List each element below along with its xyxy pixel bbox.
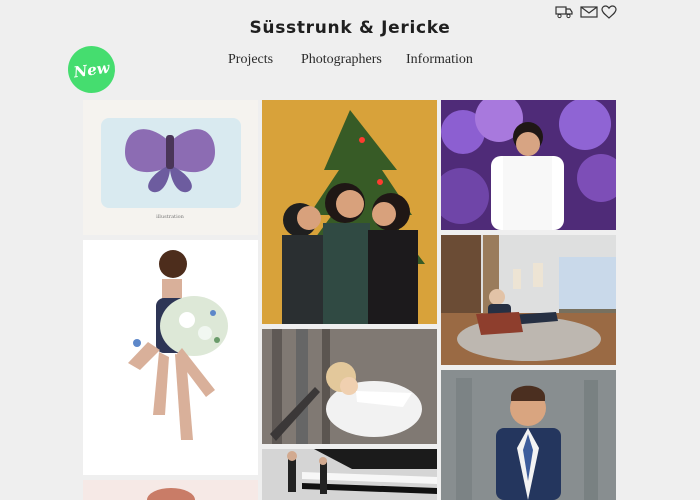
heart-icon[interactable] [600, 4, 618, 20]
nav-photographers[interactable]: Photographers [301, 52, 382, 68]
truck-icon[interactable] [555, 4, 573, 20]
gallery-item-bouquet-fashion[interactable] [83, 240, 258, 475]
gallery-item-bottom-left-preview[interactable] [83, 480, 258, 500]
nav-projects[interactable]: Projects [228, 52, 273, 68]
gallery-item-butterfly-illustration[interactable]: illustration [83, 100, 258, 235]
top-icons [555, 4, 625, 22]
page: Süsstrunk & Jericke New Projects Photogr… [0, 0, 700, 500]
gallery-item-woman-lying[interactable] [262, 329, 437, 444]
gallery-item-garden-portrait[interactable] [441, 100, 616, 230]
gallery-item-suit-portrait[interactable] [441, 370, 616, 500]
gallery-item-street-fashion[interactable] [262, 449, 437, 500]
mail-icon[interactable] [580, 4, 598, 20]
gallery-item-christmas-family[interactable] [262, 100, 437, 324]
gallery-item-living-room[interactable] [441, 235, 616, 365]
nav-information[interactable]: Information [406, 52, 473, 68]
svg-text:illustration: illustration [156, 214, 185, 220]
new-badge[interactable]: New [64, 42, 119, 97]
